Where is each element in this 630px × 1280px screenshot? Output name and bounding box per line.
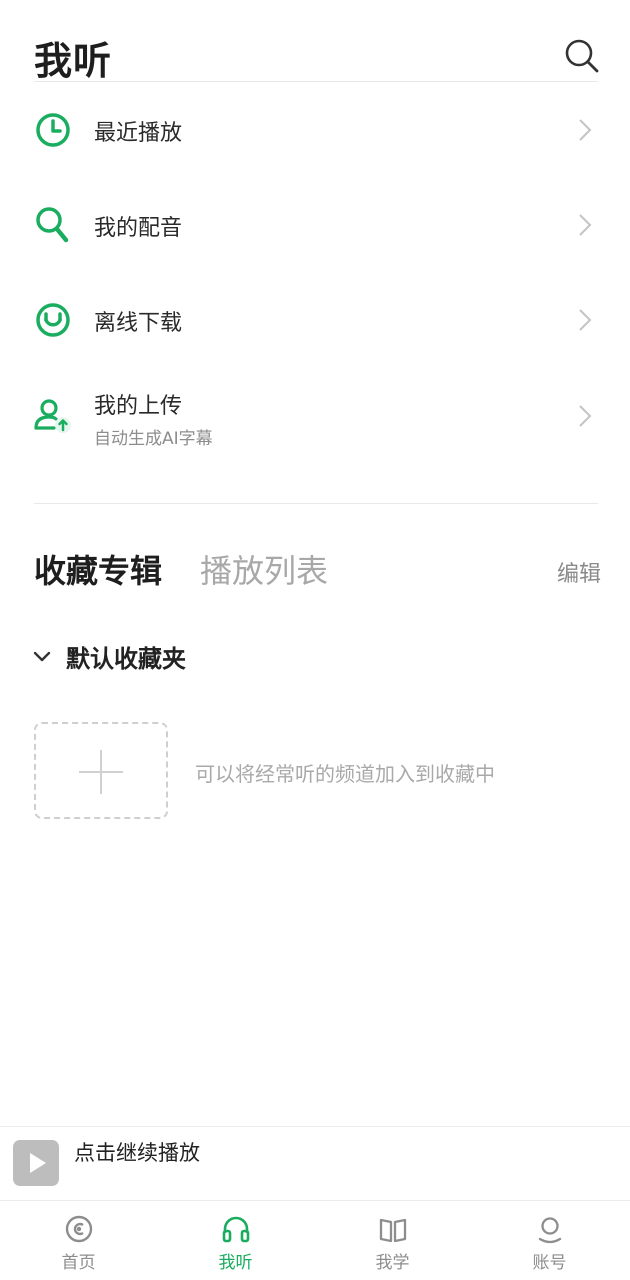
menu-item-upload[interactable]: 我的上传 自动生成AI字幕 xyxy=(0,370,630,460)
tab-playlists[interactable]: 播放列表 xyxy=(200,546,328,592)
chevron-right-icon xyxy=(579,405,592,427)
play-icon xyxy=(30,1153,46,1173)
player-divider xyxy=(0,1126,630,1127)
microphone-icon xyxy=(36,207,69,243)
header-divider xyxy=(34,81,598,82)
menu-label-offline-download: 离线下载 xyxy=(94,311,183,336)
folder-name[interactable]: 默认收藏夹 xyxy=(66,639,186,674)
nav-item-learn[interactable]: 我学 xyxy=(314,1201,471,1280)
clock-icon xyxy=(36,113,70,147)
nav-label-home: 首页 xyxy=(61,1253,96,1273)
add-collection-button[interactable] xyxy=(34,722,168,819)
nav-label-learn: 我学 xyxy=(375,1253,410,1273)
headphones-icon xyxy=(222,1216,250,1243)
nav-label-listen: 我听 xyxy=(218,1253,253,1273)
player-continue-prompt[interactable]: 点击继续播放 xyxy=(74,1137,200,1167)
chevron-down-icon[interactable] xyxy=(32,646,52,666)
section-divider xyxy=(34,503,598,504)
plus-icon xyxy=(79,750,123,794)
menu-item-recent[interactable]: 最近播放 xyxy=(0,85,630,175)
menu-label-upload: 我的上传 xyxy=(94,394,183,419)
menu-label-recent: 最近播放 xyxy=(94,121,183,146)
chevron-right-icon xyxy=(579,119,592,141)
chevron-right-icon xyxy=(579,214,592,236)
account-icon xyxy=(538,1217,562,1244)
search-icon xyxy=(565,39,599,73)
empty-collection-hint: 可以将经常听的频道加入到收藏中 xyxy=(195,762,495,786)
book-icon xyxy=(379,1218,407,1243)
edit-button[interactable]: 编辑 xyxy=(557,556,601,588)
page-title: 我听 xyxy=(34,39,113,83)
search-button[interactable] xyxy=(560,34,602,76)
nav-item-home[interactable]: 首页 xyxy=(0,1201,157,1280)
nav-item-account[interactable]: 账号 xyxy=(471,1201,628,1280)
menu-sublabel-upload: 自动生成AI字幕 xyxy=(94,429,213,449)
user-upload-icon xyxy=(34,399,71,433)
player-play-button[interactable] xyxy=(13,1140,59,1186)
tab-collected-albums[interactable]: 收藏专辑 xyxy=(34,546,162,592)
menu-label-dubbing: 我的配音 xyxy=(94,216,183,241)
chevron-right-icon xyxy=(579,309,592,331)
nav-label-account: 账号 xyxy=(532,1253,567,1273)
menu-item-offline-download[interactable]: 离线下载 xyxy=(0,275,630,365)
nav-item-listen[interactable]: 我听 xyxy=(157,1201,314,1280)
download-icon xyxy=(36,303,70,337)
home-disc-icon xyxy=(65,1215,93,1243)
menu-item-dubbing[interactable]: 我的配音 xyxy=(0,180,630,270)
